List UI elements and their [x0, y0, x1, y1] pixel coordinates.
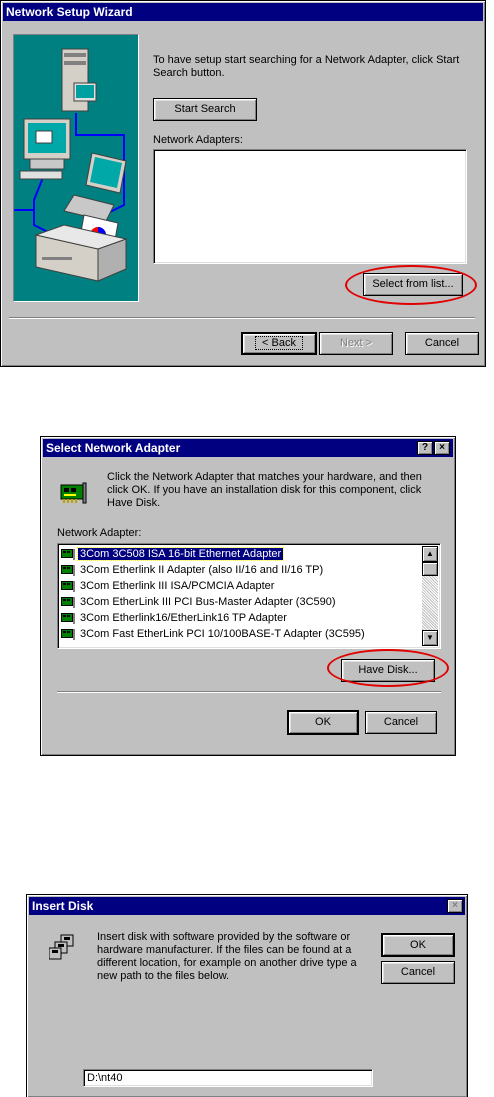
select-adapter-cancel-button-label: Cancel	[383, 716, 419, 728]
network-card-icon	[60, 482, 87, 504]
back-button[interactable]: < Back	[241, 332, 317, 355]
next-button: Next >	[319, 332, 393, 355]
select-adapter-separator	[57, 691, 441, 693]
insert-disk-close-button[interactable]: ×	[447, 899, 463, 913]
adapter-list-item-label: 3Com Etherlink16/EtherLink16 TP Adapter	[80, 612, 287, 624]
wizard-illustration	[13, 34, 139, 302]
insert-disk-cancel-button-label: Cancel	[400, 966, 436, 978]
select-adapter-cancel-button[interactable]: Cancel	[365, 711, 437, 734]
adapter-list-item[interactable]: 3Com Etherlink16/EtherLink16 TP Adapter	[61, 610, 419, 626]
adapter-list-item[interactable]: 3Com 3C508 ISA 16-bit Ethernet Adapter	[61, 546, 419, 562]
select-adapter-close-button[interactable]: ×	[434, 441, 450, 455]
adapter-list-item-label: 3Com EtherLink III PCI Bus-Master Adapte…	[80, 596, 336, 608]
network-card-icon	[61, 596, 75, 608]
wizard-cancel-button[interactable]: Cancel	[405, 332, 479, 355]
network-adapters-listbox[interactable]	[153, 149, 467, 264]
scroll-thumb[interactable]	[422, 562, 438, 576]
adapter-list-item[interactable]: 3Com Fast EtherLink PCI 10/100BASE-T Ada…	[61, 626, 419, 642]
select-adapter-ok-button-label: OK	[315, 716, 331, 728]
adapter-list-item-label: 3Com 3C508 ISA 16-bit Ethernet Adapter	[76, 547, 285, 561]
network-card-icon	[61, 612, 75, 624]
insert-disk-message: Insert disk with software provided by th…	[97, 931, 357, 982]
wizard-instruction: To have setup start searching for a Netw…	[153, 54, 460, 79]
adapter-list-item[interactable]: 3Com Etherlink II Adapter (also II/16 an…	[61, 562, 419, 578]
insert-disk-title: Insert Disk	[32, 899, 94, 913]
insert-disk-ok-button[interactable]: OK	[381, 933, 455, 957]
help-button[interactable]: ?	[417, 441, 433, 455]
disk-stack-icon	[49, 934, 74, 960]
back-button-label: < Back	[255, 336, 303, 350]
network-setup-wizard-dialog: Network Setup Wizard To have setup start…	[0, 0, 486, 367]
adapter-list-item-label: 3Com Fast EtherLink PCI 10/100BASE-T Ada…	[80, 628, 365, 640]
network-adapter-list-label: Network Adapter:	[57, 527, 142, 539]
adapter-list-scrollbar[interactable]: ▲ ▼	[422, 546, 438, 646]
select-adapter-title-bar: Select Network Adapter	[43, 439, 453, 457]
select-adapter-ok-button[interactable]: OK	[287, 710, 359, 735]
scroll-up-button[interactable]: ▲	[422, 546, 438, 562]
select-adapter-title: Select Network Adapter	[46, 441, 181, 455]
network-adapters-label: Network Adapters:	[153, 134, 243, 146]
insert-disk-dialog: Insert Disk × Insert disk with software …	[26, 894, 468, 1097]
insert-disk-cancel-button[interactable]: Cancel	[381, 961, 455, 984]
have-disk-button[interactable]: Have Disk...	[341, 659, 435, 682]
network-card-icon	[61, 564, 75, 576]
adapter-list-item-label: 3Com Etherlink III ISA/PCMCIA Adapter	[80, 580, 275, 592]
network-card-icon	[61, 628, 75, 640]
file-path-input[interactable]	[83, 1069, 373, 1087]
next-button-label: Next >	[339, 337, 373, 349]
adapter-list-item[interactable]: 3Com EtherLink III PCI Bus-Master Adapte…	[61, 594, 419, 610]
network-card-icon	[61, 580, 75, 592]
select-from-list-button[interactable]: Select from list...	[363, 273, 463, 296]
scroll-down-button[interactable]: ▼	[422, 630, 438, 646]
network-computers-illustration	[14, 48, 128, 282]
insert-disk-title-bar: Insert Disk	[29, 897, 465, 915]
wizard-title-bar: Network Setup Wizard	[3, 3, 483, 21]
network-card-icon	[61, 548, 75, 560]
wizard-title: Network Setup Wizard	[6, 5, 133, 19]
insert-disk-ok-button-label: OK	[410, 939, 426, 951]
select-adapter-instruction: Click the Network Adapter that matches y…	[107, 471, 422, 509]
select-network-adapter-dialog: Select Network Adapter ? × Click the Net…	[40, 436, 456, 756]
have-disk-button-label: Have Disk...	[358, 664, 418, 676]
start-search-button-label: Start Search	[174, 103, 236, 115]
wizard-separator	[9, 317, 475, 319]
network-adapter-listbox[interactable]: 3Com 3C508 ISA 16-bit Ethernet Adapter 3C…	[57, 543, 441, 649]
select-from-list-button-label: Select from list...	[372, 278, 454, 290]
adapter-list-item[interactable]: 3Com Etherlink III ISA/PCMCIA Adapter	[61, 578, 419, 594]
adapter-list-item-label: 3Com Etherlink II Adapter (also II/16 an…	[80, 564, 324, 576]
adapter-items: 3Com 3C508 ISA 16-bit Ethernet Adapter 3C…	[58, 546, 422, 648]
start-search-button[interactable]: Start Search	[153, 98, 257, 121]
wizard-cancel-button-label: Cancel	[424, 337, 460, 349]
